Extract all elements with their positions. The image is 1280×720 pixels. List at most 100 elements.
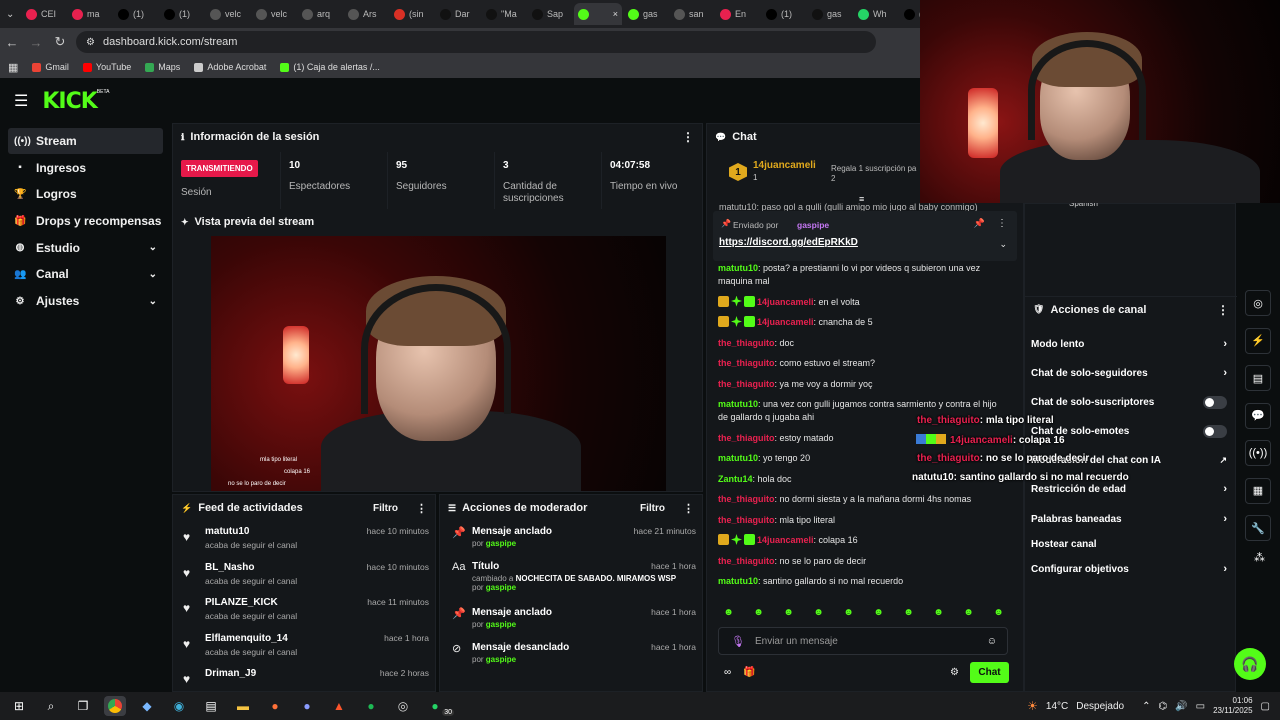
kick-logo[interactable]: KICKBETA (42, 89, 109, 114)
bookmark-item[interactable]: Adobe Acrobat (194, 62, 266, 72)
browser-tab[interactable]: En (716, 3, 760, 25)
feed-item[interactable]: ♥ matutu10 acaba de seguir el canal hace 10… (181, 526, 429, 562)
toggle-switch[interactable] (1203, 424, 1227, 438)
browser-tab[interactable]: ma (68, 3, 112, 25)
windows-start-icon[interactable]: ⊞ (8, 696, 30, 716)
chat-settings-icon[interactable]: ⚙ (950, 667, 959, 678)
toggle-switch[interactable] (1203, 395, 1227, 409)
browser-tab[interactable]: arq (298, 3, 342, 25)
chat-username[interactable]: the_thiaguito (718, 338, 775, 348)
mod-action-item[interactable]: ⊘ Mensaje desanclado hace 1 hora por gaspip… (448, 642, 696, 676)
sidebar-item-ajustes[interactable]: ⚙ Ajustes ⌄ (8, 288, 163, 314)
task-view-icon[interactable]: ❐ (72, 696, 94, 716)
channel-action-6[interactable]: Palabras baneadas › (1031, 508, 1227, 530)
feed-filter-button[interactable]: Filtro (373, 503, 398, 514)
pinned-by[interactable]: gaspipe (797, 220, 829, 230)
clock[interactable]: 01:06 23/11/2025 (1213, 696, 1252, 716)
sidebar-item-stream[interactable]: ((•)) Stream (8, 128, 163, 154)
chat-username[interactable]: matutu10 (718, 453, 758, 463)
target-icon[interactable]: ◎ (1245, 290, 1271, 316)
weather-temp[interactable]: 14°C (1046, 701, 1068, 712)
search-icon[interactable]: ⌕ (40, 696, 62, 716)
chat-message[interactable]: matutu10: santino gallardo si no mal rec… (718, 575, 1008, 588)
channel-action-8[interactable]: Configurar objetivos › (1031, 558, 1227, 580)
kebab-menu-icon[interactable]: ⋮ (683, 502, 694, 515)
emote-icon[interactable]: ☻ (748, 605, 769, 619)
browser-tab[interactable]: (1) (160, 3, 204, 25)
browser-tab[interactable]: CEI (22, 3, 66, 25)
clipboard-icon[interactable]: ▤ (1245, 365, 1271, 391)
battery-icon[interactable]: ▭ (1196, 701, 1205, 712)
weather-text[interactable]: Despejado (1076, 701, 1124, 712)
broadcast-icon[interactable]: ((•)) (1245, 440, 1271, 466)
kebab-menu-icon[interactable]: ⋮ (682, 130, 694, 144)
feed-item[interactable]: ♥ BL_Nasho acaba de seguir el canal hace 10… (181, 562, 429, 598)
chat-username[interactable]: Zantu14 (718, 474, 753, 484)
stream-preview-video[interactable]: mla tipo literal colapa 16 no se lo paro… (211, 236, 666, 491)
browser-tab[interactable]: gas (624, 3, 668, 25)
sidebar-item-drops-y-recompensas[interactable]: 🎁 Drops y recompensas (8, 208, 163, 234)
sidebar-item-canal[interactable]: 👥 Canal ⌄ (8, 261, 163, 287)
chat-message[interactable]: the_thiaguito: no dormi siesta y a la ma… (718, 493, 1008, 506)
reload-icon[interactable]: ↻ (48, 34, 72, 50)
mod-action-item[interactable]: 📌 Mensaje anclado hace 21 minutos por gaspi… (448, 526, 696, 560)
mod-by-user[interactable]: gaspipe (486, 539, 516, 548)
firefox-icon[interactable]: ● (264, 696, 286, 716)
close-tab-icon[interactable]: × (613, 9, 618, 19)
chat-username[interactable]: matutu10 (718, 399, 758, 409)
explorer-icon[interactable]: ▬ (232, 696, 254, 716)
discord-icon[interactable]: ● (296, 696, 318, 716)
bookmark-item[interactable]: Gmail (32, 62, 69, 72)
sidebar-item-estudio[interactable]: ◍ Estudio ⌄ (8, 235, 163, 261)
mod-by-user[interactable]: gaspipe (486, 655, 516, 664)
mod-action-item[interactable]: 📌 Mensaje anclado hace 1 hora por gaspipe (448, 607, 696, 641)
kebab-menu-icon[interactable]: ⋮ (997, 218, 1007, 229)
chat-message[interactable]: 14juancameli: colapa 16 (718, 534, 1008, 547)
chevron-down-icon[interactable]: ⌄ (999, 239, 1007, 250)
kebab-menu-icon[interactable]: ⋮ (416, 502, 427, 515)
chat-message[interactable]: the_thiaguito: doc (718, 337, 1008, 350)
bookmark-item[interactable]: (1) Caja de alertas /... (280, 62, 380, 72)
mod-by-user[interactable]: gaspipe (486, 620, 516, 629)
apps-grid-icon[interactable]: ▦ (8, 61, 18, 74)
browser-tab[interactable]: velc (206, 3, 250, 25)
chat-icon[interactable]: 💬 (1245, 402, 1271, 429)
browser-tab[interactable]: Sap (528, 3, 572, 25)
emote-icon[interactable]: ☻ (868, 605, 889, 619)
browser-tab[interactable]: velc (252, 3, 296, 25)
gift-icon[interactable]: 🎁 (743, 667, 755, 678)
emote-icon[interactable]: ☻ (898, 605, 919, 619)
forward-icon[interactable]: → (24, 35, 48, 50)
sidebar-item-ingresos[interactable]: ▪ Ingresos (8, 155, 163, 181)
kebab-menu-icon[interactable]: ⋮ (1217, 303, 1229, 317)
browser-tab[interactable]: san (670, 3, 714, 25)
emote-icon[interactable]: ☻ (958, 605, 979, 619)
hamburger-icon[interactable]: ☰ (14, 91, 28, 111)
chat-message[interactable]: the_thiaguito: como estuvo el stream? (718, 357, 1008, 370)
chat-message[interactable]: 14juancameli: cnancha de 5 (718, 316, 1008, 329)
mod-filter-button[interactable]: Filtro (640, 503, 665, 514)
chat-input[interactable]: 🎙 Enviar un mensaje ☺ (718, 627, 1008, 655)
pinned-link[interactable]: https://discord.gg/edEpRKkD (719, 237, 858, 248)
support-button[interactable]: 🎧 (1234, 648, 1266, 680)
chat-message[interactable]: the_thiaguito: ya me voy a dormir yoç (718, 378, 1008, 391)
edge-icon[interactable]: ◉ (168, 696, 190, 716)
emote-icon[interactable]: ☻ (838, 605, 859, 619)
copilot-icon[interactable]: ◆ (136, 696, 158, 716)
chat-username[interactable]: the_thiaguito (718, 358, 775, 368)
emote-icon[interactable]: ☻ (928, 605, 949, 619)
channel-action-7[interactable]: Hostear canal (1031, 533, 1227, 555)
chat-message[interactable]: matutu10: posta? a prestianni lo vi por … (718, 262, 1008, 288)
browser-tab[interactable]: × (574, 3, 622, 25)
send-chat-button[interactable]: Chat (970, 662, 1009, 683)
chat-username[interactable]: 14juancameli (757, 317, 814, 327)
chat-username[interactable]: matutu10 (718, 263, 758, 273)
gifter-name[interactable]: 14juancameli (753, 160, 816, 171)
chat-username[interactable]: the_thiaguito (718, 556, 775, 566)
spotify-icon[interactable]: ● (360, 696, 382, 716)
tab-search-icon[interactable]: ⌄ (6, 9, 20, 20)
browser-tab[interactable]: (1) (114, 3, 158, 25)
chat-username[interactable]: 14juancameli (757, 297, 814, 307)
channel-action-2[interactable]: Chat de solo-suscriptores (1031, 391, 1227, 413)
browser-tab[interactable]: (1) (762, 3, 806, 25)
